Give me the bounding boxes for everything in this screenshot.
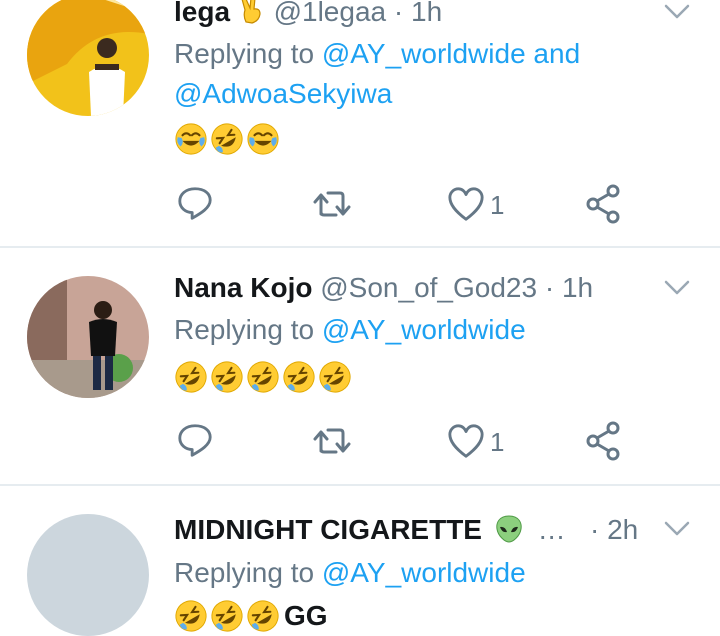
avatar[interactable] bbox=[27, 276, 149, 398]
rofl-emoji bbox=[210, 122, 244, 156]
rofl-emoji bbox=[246, 599, 280, 633]
chevron-down-icon[interactable] bbox=[664, 280, 690, 296]
tweet-text bbox=[174, 360, 352, 396]
rofl-emoji bbox=[282, 360, 316, 394]
tweet-header: Nana Kojo @Son_of_God23 · 1h bbox=[174, 271, 593, 305]
victory-hand-emoji bbox=[241, 0, 261, 24]
name-truncation: … bbox=[537, 514, 566, 545]
display-name[interactable]: lega bbox=[174, 0, 230, 27]
rofl-emoji bbox=[210, 360, 244, 394]
chevron-down-icon[interactable] bbox=[664, 4, 690, 20]
rofl-emoji bbox=[210, 599, 244, 633]
replying-to: Replying to @AY_worldwide bbox=[174, 553, 526, 593]
conjunction-link[interactable]: and bbox=[533, 38, 580, 69]
retweet-icon[interactable] bbox=[312, 184, 352, 224]
avatar-photo bbox=[27, 0, 149, 116]
mention-link[interactable]: @AY_worldwide bbox=[322, 38, 526, 69]
rofl-emoji bbox=[174, 599, 208, 633]
mention-link[interactable]: @AY_worldwide bbox=[322, 557, 526, 588]
tweet-1[interactable]: lega @1legaa · 1h Replying to @AY_worldw… bbox=[0, 0, 720, 246]
tweet-3[interactable]: MIDNIGHT CIGARETTE … · 2h Replying to @A… bbox=[0, 486, 720, 636]
reply-icon[interactable] bbox=[176, 421, 214, 459]
display-name[interactable]: MIDNIGHT CIGARETTE bbox=[174, 514, 482, 545]
mention-link[interactable]: @AdwoaSekyiwa bbox=[174, 78, 392, 109]
chevron-down-icon[interactable] bbox=[664, 521, 690, 537]
replying-prefix: Replying to bbox=[174, 557, 315, 588]
timestamp[interactable]: 1h bbox=[562, 272, 593, 303]
heart-icon[interactable] bbox=[447, 423, 485, 461]
rofl-emoji bbox=[318, 360, 352, 394]
user-handle[interactable]: @Son_of_God23 bbox=[320, 272, 537, 303]
user-handle[interactable]: @1legaa bbox=[274, 0, 387, 27]
reply-icon[interactable] bbox=[176, 184, 214, 222]
replying-prefix: Replying to bbox=[174, 314, 315, 345]
like-count: 1 bbox=[490, 190, 505, 220]
tweet-text: GG bbox=[174, 599, 328, 635]
timestamp[interactable]: 1h bbox=[411, 0, 442, 27]
retweet-icon[interactable] bbox=[312, 421, 352, 461]
rofl-emoji bbox=[246, 360, 280, 394]
timestamp[interactable]: 2h bbox=[607, 514, 638, 545]
avatar-photo bbox=[27, 276, 149, 398]
rofl-emoji bbox=[174, 360, 208, 394]
joy-emoji bbox=[246, 122, 280, 156]
tweet-time: · 2h bbox=[590, 513, 638, 547]
tweet-header: MIDNIGHT CIGARETTE … bbox=[174, 513, 566, 547]
share-icon[interactable] bbox=[584, 421, 624, 461]
replying-to-line-2: @AdwoaSekyiwa bbox=[174, 74, 392, 114]
separator-dot: · bbox=[590, 514, 600, 545]
share-icon[interactable] bbox=[584, 184, 624, 224]
separator-dot: · bbox=[393, 0, 404, 27]
tweet-text bbox=[174, 122, 280, 158]
replying-to: Replying to @AY_worldwide and bbox=[174, 34, 580, 74]
joy-emoji bbox=[174, 122, 208, 156]
heart-icon[interactable] bbox=[447, 186, 485, 224]
alien-emoji bbox=[496, 515, 522, 543]
tweet-header: lega @1legaa · 1h bbox=[174, 0, 442, 29]
replying-to: Replying to @AY_worldwide bbox=[174, 310, 526, 350]
separator-dot: · bbox=[544, 272, 555, 303]
replying-prefix: Replying to bbox=[174, 38, 315, 69]
like-count: 1 bbox=[490, 427, 505, 457]
avatar[interactable] bbox=[27, 0, 149, 116]
tweet-trailing-text: GG bbox=[284, 600, 328, 631]
mention-link[interactable]: @AY_worldwide bbox=[322, 314, 526, 345]
display-name[interactable]: Nana Kojo bbox=[174, 272, 312, 303]
avatar-placeholder[interactable] bbox=[27, 514, 149, 636]
tweet-2[interactable]: Nana Kojo @Son_of_God23 · 1h Replying to… bbox=[0, 248, 720, 486]
